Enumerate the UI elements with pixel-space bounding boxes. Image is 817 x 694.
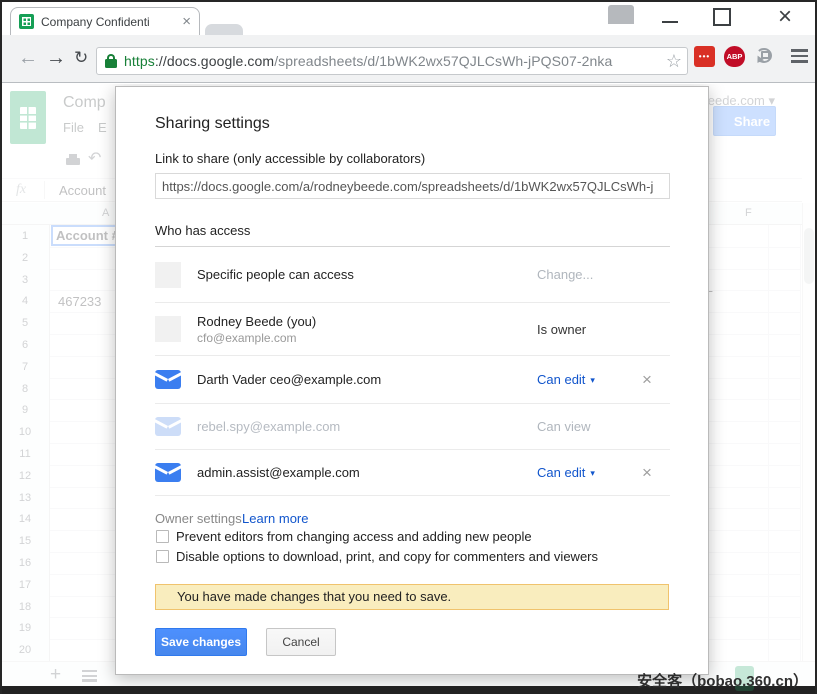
url-text: https://docs.google.com/spreadsheets/d/1… bbox=[124, 53, 612, 69]
browser-window: Company Confidenti × × ← → ↻ https://doc… bbox=[0, 0, 817, 694]
reload-button[interactable]: ↻ bbox=[74, 45, 88, 71]
access-row-name: admin.assist@example.com bbox=[197, 465, 537, 480]
permission-label: Can view bbox=[537, 419, 632, 434]
save-changes-button[interactable]: Save changes bbox=[155, 628, 247, 656]
permission-dropdown[interactable]: Can edit▾ bbox=[537, 372, 632, 387]
browser-menu-icon[interactable] bbox=[791, 49, 808, 66]
access-row-name: Rodney Beede (you) bbox=[197, 314, 537, 329]
access-row-text: admin.assist@example.com bbox=[197, 465, 537, 480]
access-list: Specific people can accessChange...Rodne… bbox=[155, 247, 670, 496]
tab-title: Company Confidenti bbox=[41, 15, 169, 29]
unsaved-changes-warning: You have made changes that you need to s… bbox=[155, 584, 669, 610]
access-row-text: Specific people can access bbox=[197, 267, 537, 282]
forward-button[interactable]: → bbox=[46, 45, 66, 71]
envelope-icon bbox=[155, 460, 181, 486]
access-row-text: Rodney Beede (you) cfo@example.com bbox=[197, 314, 537, 345]
owner-settings-label: Owner settings bbox=[155, 511, 242, 526]
share-link-input[interactable] bbox=[155, 173, 670, 199]
access-row: rebel.spy@example.comCan view bbox=[155, 404, 670, 450]
proxy-extension-icon[interactable] bbox=[755, 46, 776, 67]
prevent-editors-label: Prevent editors from changing access and… bbox=[176, 529, 532, 544]
url-segment: /spreadsheets/d/1bWK2wx57QJLCsWh-jPQS07-… bbox=[274, 53, 612, 69]
browser-tab[interactable]: Company Confidenti × bbox=[10, 7, 200, 35]
prevent-editors-checkbox[interactable] bbox=[156, 530, 169, 543]
people-icon bbox=[155, 262, 181, 288]
tab-close-icon[interactable]: × bbox=[182, 14, 191, 29]
disable-download-checkbox[interactable] bbox=[156, 550, 169, 563]
title-bar: Company Confidenti × × bbox=[2, 2, 815, 35]
person-icon bbox=[155, 316, 181, 342]
new-tab-button[interactable] bbox=[205, 24, 243, 35]
access-row-email: cfo@example.com bbox=[197, 331, 537, 345]
access-row-name: Darth Vader ceo@example.com bbox=[197, 372, 537, 387]
adblock-icon[interactable]: ABP bbox=[724, 46, 745, 67]
chevron-down-icon: ▾ bbox=[590, 468, 595, 479]
permission-label: Is owner bbox=[537, 322, 632, 337]
link-share-label: Link to share (only accessible by collab… bbox=[155, 151, 425, 166]
access-row-text: Darth Vader ceo@example.com bbox=[197, 372, 537, 387]
url-segment: docs.google.com bbox=[167, 53, 274, 69]
padlock-icon[interactable] bbox=[105, 54, 117, 68]
maximize-button[interactable] bbox=[704, 2, 740, 32]
disable-download-label: Disable options to download, print, and … bbox=[176, 549, 598, 564]
access-row-name: rebel.spy@example.com bbox=[197, 419, 537, 434]
minimize-button[interactable] bbox=[652, 2, 688, 32]
access-row: Darth Vader ceo@example.comCan edit▾× bbox=[155, 356, 670, 404]
cancel-button[interactable]: Cancel bbox=[266, 628, 336, 656]
sharing-settings-dialog: Sharing settings Link to share (only acc… bbox=[115, 86, 709, 675]
chevron-down-icon: ▾ bbox=[590, 375, 595, 386]
page-content: Comp FileE ybeede.com ▾ Share ↶ fx Accou… bbox=[2, 84, 815, 688]
who-has-access-header: Who has access bbox=[155, 223, 250, 238]
access-row: Rodney Beede (you) cfo@example.comIs owne… bbox=[155, 303, 670, 356]
url-segment: :// bbox=[155, 53, 167, 69]
dialog-title: Sharing settings bbox=[155, 115, 270, 133]
permission-dropdown[interactable]: Can edit▾ bbox=[537, 465, 632, 480]
lastpass-icon[interactable]: ••• bbox=[694, 46, 715, 67]
envelope-muted-icon bbox=[155, 414, 181, 440]
person-icon bbox=[616, 9, 626, 21]
url-segment: https bbox=[124, 53, 155, 69]
watermark-text: 安全客（bobao.360.cn） bbox=[637, 670, 808, 691]
browser-toolbar: ← → ↻ https://docs.google.com/spreadshee… bbox=[2, 35, 815, 83]
remove-collaborator-button[interactable]: × bbox=[632, 463, 662, 483]
envelope-icon bbox=[155, 367, 181, 393]
url-bar[interactable]: https://docs.google.com/spreadsheets/d/1… bbox=[96, 47, 688, 75]
profile-avatar-icon[interactable] bbox=[608, 5, 634, 24]
access-row: Specific people can accessChange... bbox=[155, 247, 670, 303]
learn-more-link[interactable]: Learn more bbox=[242, 511, 308, 526]
window-close-button[interactable]: × bbox=[765, 2, 805, 32]
remove-collaborator-button[interactable]: × bbox=[632, 370, 662, 390]
access-row-text: rebel.spy@example.com bbox=[197, 419, 537, 434]
change-access-link[interactable]: Change... bbox=[537, 267, 632, 282]
access-row-name: Specific people can access bbox=[197, 267, 537, 282]
bookmark-star-icon[interactable]: ☆ bbox=[666, 51, 682, 72]
sheets-favicon-icon bbox=[19, 14, 34, 29]
access-row: admin.assist@example.comCan edit▾× bbox=[155, 450, 670, 496]
back-button[interactable]: ← bbox=[18, 45, 38, 71]
